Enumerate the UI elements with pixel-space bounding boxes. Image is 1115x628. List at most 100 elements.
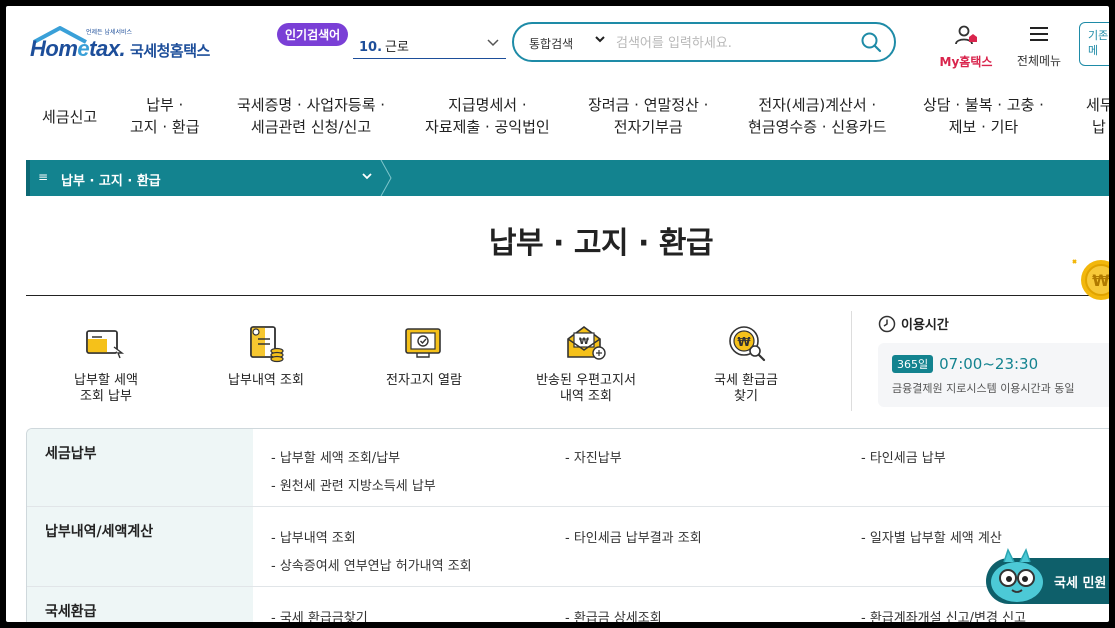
logo-subtitle: 국세청홈택스 <box>130 42 210 60</box>
nav-tax-more[interactable]: 세무 납 <box>1086 94 1109 138</box>
quick-refund-search[interactable]: ₩ 국세 환급금 찾기 <box>686 319 806 405</box>
nav-label: 지급명세서 · <box>448 96 527 114</box>
nav-label: 세무 <box>1086 96 1109 114</box>
table-row: 납부내역/세액계산 - 납부내역 조회 - 타인세금 납부결과 조회 - 일자별… <box>27 507 1109 587</box>
chatbot-label: 국세 민원 <box>1054 576 1107 591</box>
legacy-btn-line1: 기존 <box>1088 29 1109 42</box>
nav-label: 현금영수증 · 신용카드 <box>748 118 887 136</box>
all-menu-label: 전체메뉴 <box>1016 54 1062 68</box>
logo-e: e <box>77 36 90 61</box>
svg-text:₩: ₩ <box>579 337 589 347</box>
won-coin-icon: ₩ <box>1072 259 1109 300</box>
menu-link[interactable]: - 상속증여세 연부연납 허가내역 조회 <box>271 555 472 574</box>
section-title: 납부내역/세액계산 <box>27 507 253 586</box>
quick-label: 내역 조회 <box>560 389 612 404</box>
menu-link[interactable]: - 환급계좌개설 신고/변경 신고 <box>861 607 1026 622</box>
search-icon[interactable] <box>860 31 882 57</box>
nav-label: 고지 · 환급 <box>130 118 200 136</box>
hometax-logo[interactable]: 언제든 납세서비스 Hometax. 국세청홈택스 <box>26 22 226 68</box>
nav-payment[interactable]: 납부 · 고지 · 환급 <box>130 94 200 138</box>
nav-label: 국세증명 · 사업자등록 · <box>237 96 386 114</box>
popular-term: 근로 <box>385 40 409 55</box>
payment-history-icon <box>206 319 326 367</box>
nav-label: 납부 · <box>146 96 184 114</box>
quick-label: 납부할 세액 <box>74 373 138 388</box>
chatbot-button[interactable]: 국세 민원 <box>986 548 1109 604</box>
legacy-btn-line2: 메 <box>1088 44 1099 57</box>
search-scope-select[interactable]: 통합검색 <box>529 35 573 52</box>
nav-statements[interactable]: 지급명세서 · 자료제출 · 공익법인 <box>425 94 550 138</box>
chevron-down-icon[interactable] <box>594 33 606 48</box>
days-badge: 365일 <box>892 354 934 373</box>
menu-link[interactable]: - 일자별 납부할 세액 계산 <box>861 527 1002 546</box>
popular-rank: 10. <box>359 40 383 55</box>
search-input[interactable] <box>616 32 846 54</box>
clock-icon <box>878 315 896 332</box>
service-hours-box: 365일 07:00~23:30 금융결제원 지로시스템 이용시간과 동일 <box>878 343 1109 407</box>
quick-label: 찾기 <box>734 389 758 404</box>
quick-payment-history[interactable]: 납부내역 조회 <box>206 319 326 389</box>
nav-consult[interactable]: 상담 · 불복 · 고충 · 제보 · 기타 <box>923 94 1044 138</box>
menu-link[interactable]: - 타인세금 납부 <box>861 447 946 466</box>
chevron-down-icon[interactable] <box>361 170 373 185</box>
nav-incentive[interactable]: 장려금 · 연말정산 · 전자기부금 <box>588 94 708 138</box>
section-title: 세금납부 <box>27 429 253 506</box>
my-hometax-button[interactable]: My홈택스 <box>931 24 1001 70</box>
header: 언제든 납세서비스 Hometax. 국세청홈택스 인기검색어 10. 근로 통합… <box>6 6 1109 81</box>
refund-search-icon: ₩ <box>686 319 806 367</box>
quick-returned-mail[interactable]: ₩ 반송된 우편고지서 내역 조회 <box>526 319 646 405</box>
nav-label: 전자(세금)계산서 · <box>758 96 877 114</box>
returned-mail-icon: ₩ <box>526 319 646 367</box>
menu-link[interactable]: - 자진납부 <box>565 447 622 466</box>
title-divider <box>26 295 1109 296</box>
svg-text:₩: ₩ <box>1092 271 1109 290</box>
quick-label: 반송된 우편고지서 <box>536 373 636 388</box>
nav-certificate[interactable]: 국세증명 · 사업자등록 · 세금관련 신청/신고 <box>237 94 385 138</box>
breadcrumb: ≡ 납부 · 고지 · 환급 <box>26 160 1109 196</box>
service-hours-note: 금융결제원 지로시스템 이용시간과 동일 <box>892 381 1075 395</box>
legacy-site-button[interactable]: 기존 메 <box>1079 22 1109 66</box>
menu-link[interactable]: - 타인세금 납부결과 조회 <box>565 527 702 546</box>
service-hours-title: 이용시간 <box>901 318 949 333</box>
search-box: 통합검색 <box>512 22 896 62</box>
menu-icon[interactable]: ≡ <box>38 170 48 184</box>
nav-tax-filing[interactable]: 세금신고 <box>42 106 97 128</box>
logo-wordmark: Hometax. <box>30 36 126 61</box>
quick-label: 전자고지 열람 <box>386 373 462 388</box>
menu-link[interactable]: - 환급금 상세조회 <box>565 607 662 622</box>
table-row: 세금납부 - 납부할 세액 조회/납부 - 자진납부 - 타인세금 납부 - 원… <box>27 429 1109 507</box>
menu-table: 세금납부 - 납부할 세액 조회/납부 - 자진납부 - 타인세금 납부 - 원… <box>26 428 1109 622</box>
nav-label: 상담 · 불복 · 고충 · <box>923 96 1044 114</box>
popular-search-dropdown[interactable]: 10. 근로 <box>353 32 506 59</box>
section-title: 국세환급 <box>27 587 253 622</box>
all-menu-button[interactable]: 전체메뉴 <box>1009 24 1069 69</box>
quick-e-notice[interactable]: 전자고지 열람 <box>364 319 484 389</box>
nav-label: 전자기부금 <box>613 118 683 136</box>
nav-label: 자료제출 · 공익법인 <box>425 118 550 136</box>
logo-tagline: 언제든 납세서비스 <box>86 29 133 36</box>
my-hometax-label: My홈택스 <box>939 55 993 69</box>
table-row: 국세환급 - 국세 환급금찾기 - 환급금 상세조회 - 환급계좌개설 신고/변… <box>27 587 1109 622</box>
menu-link[interactable]: - 납부할 세액 조회/납부 <box>271 447 400 466</box>
e-notice-icon <box>364 319 484 367</box>
service-hours-panel: 이용시간 365일 07:00~23:30 금융결제원 지로시스템 이용시간과 동… <box>878 314 1109 407</box>
nav-invoice[interactable]: 전자(세금)계산서 · 현금영수증 · 신용카드 <box>748 94 887 138</box>
menu-link[interactable]: - 납부내역 조회 <box>271 527 356 546</box>
payment-icon <box>46 319 166 367</box>
menu-link[interactable]: - 국세 환급금찾기 <box>271 607 368 622</box>
breadcrumb-current[interactable]: 납부 · 고지 · 환급 <box>61 170 161 189</box>
user-home-icon <box>955 25 977 45</box>
quick-label: 조회 납부 <box>80 389 132 404</box>
hamburger-icon <box>1030 27 1048 41</box>
chevron-down-icon <box>486 35 500 52</box>
popular-search-badge: 인기검색어 <box>277 23 349 46</box>
service-time: 07:00~23:30 <box>939 354 1039 373</box>
breadcrumb-edge <box>26 160 30 196</box>
main-nav: 세금신고 납부 · 고지 · 환급 국세증명 · 사업자등록 · 세금관련 신청… <box>6 94 1109 154</box>
breadcrumb-separator-icon <box>380 160 392 196</box>
quick-payment[interactable]: 납부할 세액 조회 납부 <box>46 319 166 405</box>
nav-label: 납 <box>1092 118 1106 136</box>
nav-label: 세금관련 신청/신고 <box>250 118 372 136</box>
svg-text:₩: ₩ <box>737 335 751 349</box>
menu-link[interactable]: - 원천세 관련 지방소득세 납부 <box>271 475 436 494</box>
